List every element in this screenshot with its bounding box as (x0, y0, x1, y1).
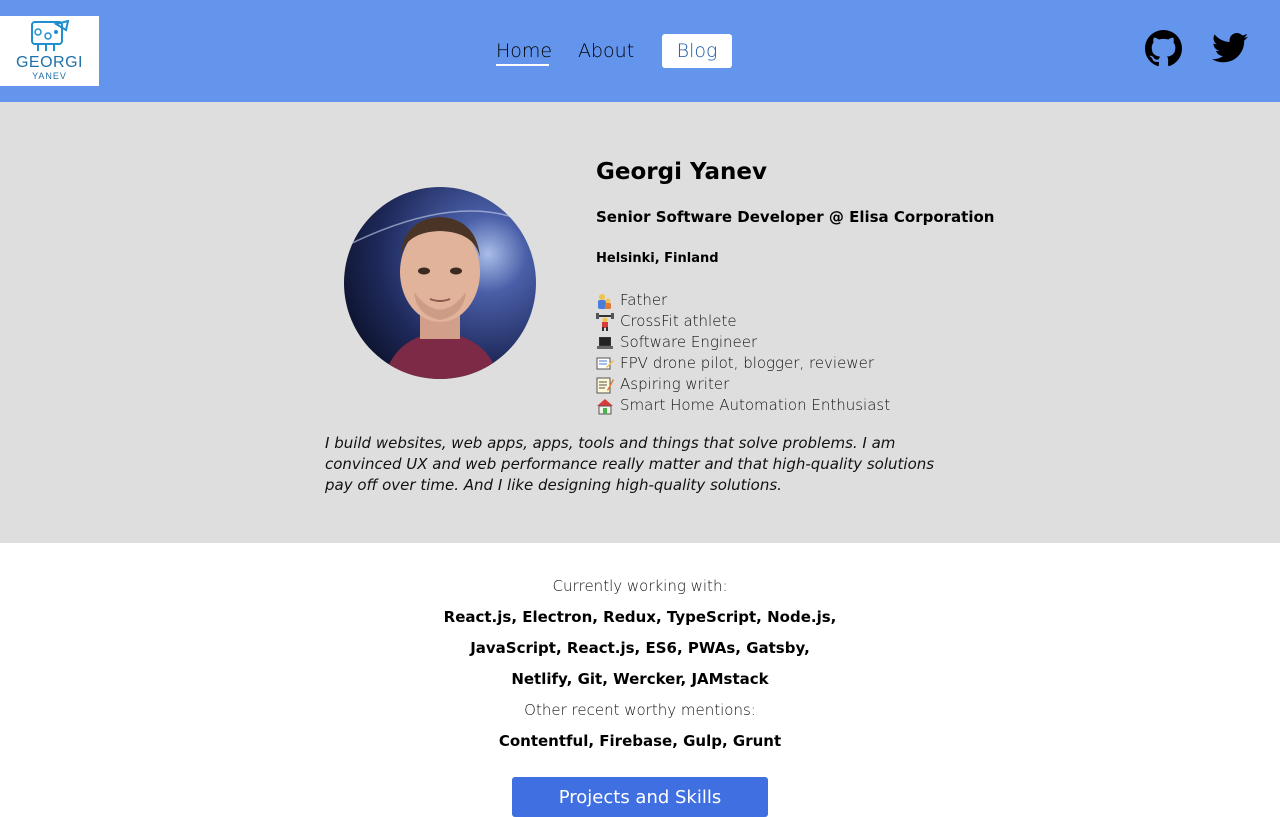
trait-item: Software Engineer (596, 332, 890, 353)
logo-subname: YANEV (32, 71, 67, 81)
current-skills-line: Netlify, Git, Wercker, JAMstack (511, 670, 769, 688)
github-link[interactable] (1145, 30, 1182, 71)
site-header: GEORGI YANEV Home About Blog (0, 0, 1280, 102)
avatar (344, 187, 536, 379)
nav-blog-button[interactable]: Blog (662, 34, 732, 68)
house-emoji-icon (597, 398, 613, 414)
trait-label: Father (620, 291, 668, 309)
trait-label: CrossFit athlete (620, 312, 737, 330)
trait-label: Smart Home Automation Enthusiast (620, 396, 891, 414)
profile-role: Senior Software Developer @ Elisa Corpor… (596, 208, 995, 226)
trait-label: Software Engineer (620, 333, 758, 351)
current-skills-label: Currently working with: (552, 577, 728, 595)
laptop-emoji-icon (597, 336, 613, 349)
nav-about-link[interactable]: About (578, 34, 634, 68)
current-skills-line: JavaScript, React.js, ES6, PWAs, Gatsby, (470, 639, 810, 657)
father-emoji-icon (598, 293, 611, 309)
twitter-icon (1212, 33, 1248, 63)
traits-list: Father CrossFit athlete Software Enginee… (596, 290, 890, 416)
github-icon (1145, 30, 1182, 67)
current-skills-line: React.js, Electron, Redux, TypeScript, N… (443, 608, 837, 626)
trait-item: Aspiring writer (596, 374, 890, 395)
nav-active-underline (496, 64, 549, 66)
trait-label: FPV drone pilot, blogger, reviewer (620, 354, 874, 372)
other-skills-label: Other recent worthy mentions: (524, 701, 756, 719)
weightlifter-emoji-icon (596, 312, 614, 331)
trait-label: Aspiring writer (620, 375, 730, 393)
projects-and-skills-button[interactable]: Projects and Skills (512, 777, 768, 817)
main-nav: Home About Blog (0, 34, 1280, 68)
skills-section: Currently working with: React.js, Electr… (0, 543, 1280, 817)
memo-emoji-icon (596, 377, 614, 393)
twitter-link[interactable] (1212, 32, 1248, 68)
trait-item: Smart Home Automation Enthusiast (596, 395, 890, 416)
profile-section: Georgi Yanev Senior Software Developer @… (0, 102, 1280, 543)
nav-home-link[interactable]: Home (496, 34, 552, 68)
avatar-image (344, 187, 536, 379)
other-skills-line: Contentful, Firebase, Gulp, Grunt (498, 732, 782, 750)
trait-item: FPV drone pilot, blogger, reviewer (596, 353, 890, 374)
trait-item: CrossFit athlete (596, 311, 890, 332)
profile-name: Georgi Yanev (596, 159, 768, 185)
drone-emoji-icon (596, 357, 614, 369)
profile-bio: I build websites, web apps, apps, tools … (325, 434, 935, 494)
profile-location: Helsinki, Finland (596, 251, 719, 266)
trait-item: Father (596, 290, 890, 311)
